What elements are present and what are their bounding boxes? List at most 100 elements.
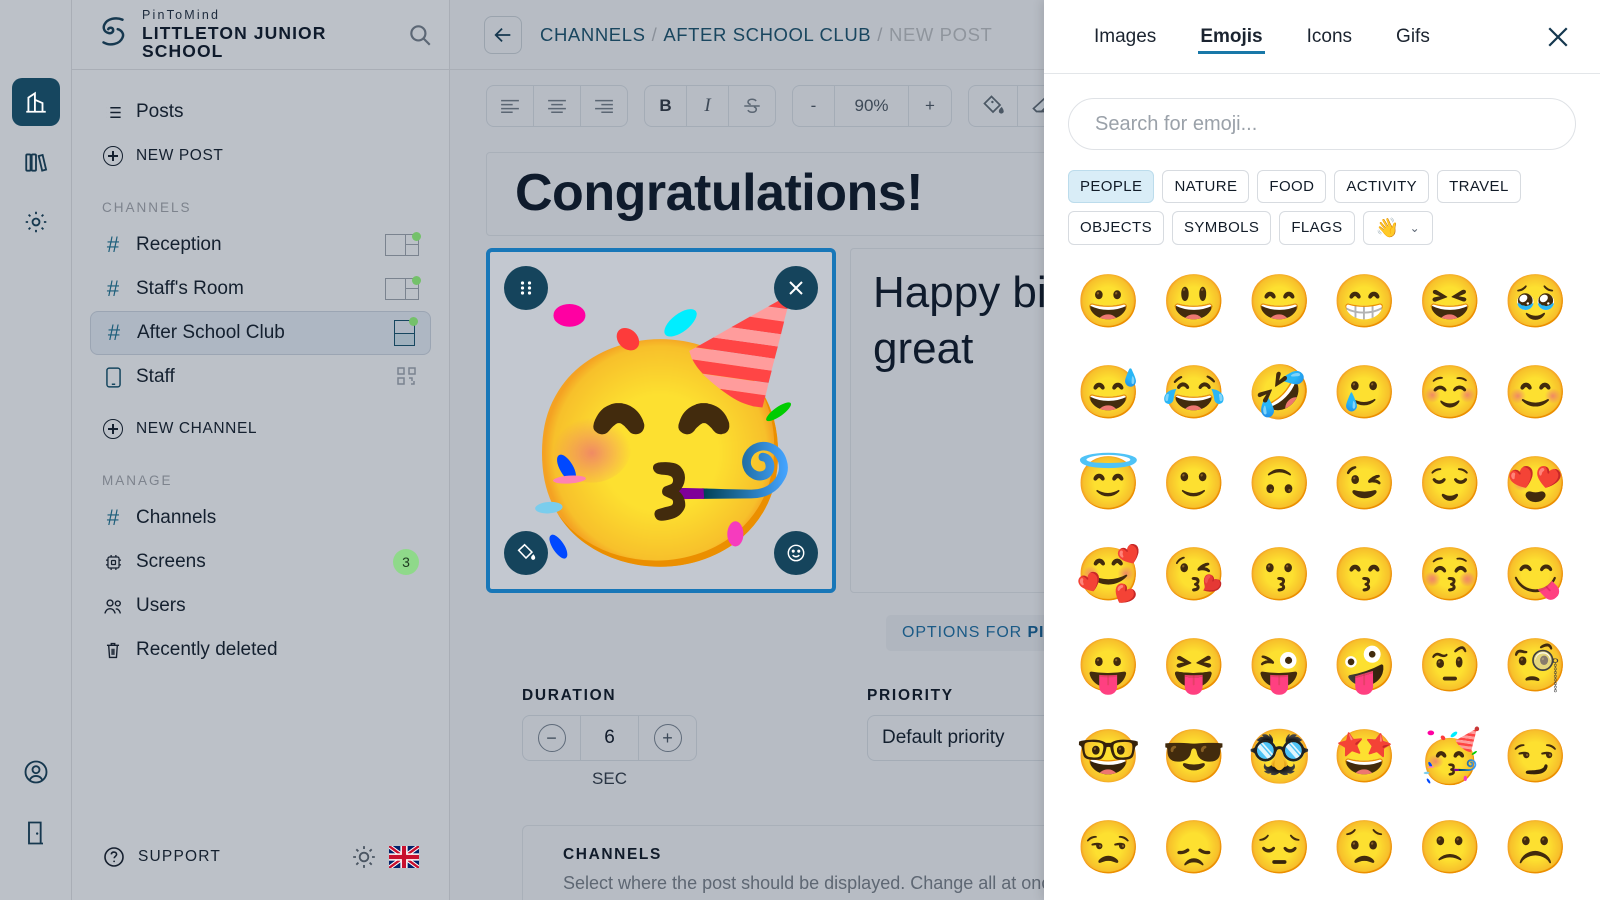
emoji-category-people[interactable]: PEOPLE [1068,170,1155,203]
emoji-cell[interactable]: 😂 [1151,350,1236,435]
duration-value[interactable]: 6 [581,716,639,760]
emoji-category-symbols[interactable]: SYMBOLS [1171,211,1272,245]
uk-flag-icon[interactable] [389,846,419,868]
emoji-cell[interactable]: 😀 [1066,259,1151,344]
sidebar-item-users[interactable]: Users [90,584,431,628]
organisation-icon[interactable] [11,78,60,126]
emoji-cell[interactable]: 😟 [1322,805,1407,890]
library-icon[interactable] [12,138,60,186]
emoji-cell[interactable]: 🙂 [1151,441,1236,526]
account-icon[interactable] [22,758,50,791]
emoji-category-objects[interactable]: OBJECTS [1068,211,1164,245]
align-center-icon[interactable] [534,86,581,126]
emoji-cell[interactable]: 😍 [1493,441,1578,526]
drag-handle-icon[interactable] [504,266,548,310]
fill-colour-icon[interactable] [504,531,548,575]
options-pill-prefix: OPTIONS FOR [902,624,1028,641]
emoji-cell[interactable]: 😊 [1493,350,1578,435]
emoji-cell[interactable]: 😞 [1151,805,1236,890]
tab-gifs[interactable]: Gifs [1374,0,1452,74]
close-icon[interactable] [1544,23,1572,51]
emoji-cell[interactable]: 😄 [1237,259,1322,344]
emoji-search-input[interactable]: Search for emoji... [1068,98,1576,150]
sidebar-item-posts[interactable]: Posts [90,90,431,134]
sidebar-item-recently-deleted[interactable]: Recently deleted [90,628,431,672]
emoji-cell[interactable]: 😅 [1066,350,1151,435]
tab-icons[interactable]: Icons [1285,0,1374,74]
emoji-cell[interactable]: 😁 [1322,259,1407,344]
emoji-category-nature[interactable]: NATURE [1162,170,1250,203]
emoji-cell[interactable]: 😔 [1237,805,1322,890]
change-emoji-icon[interactable] [774,531,818,575]
emoji-cell[interactable]: 😌 [1407,441,1492,526]
support-label[interactable]: SUPPORT [138,848,221,866]
emoji-cell[interactable]: 🥸 [1237,714,1322,799]
duration-decrement-button[interactable]: − [523,716,581,760]
emoji-cell[interactable]: 🥲 [1322,350,1407,435]
align-left-icon[interactable] [487,86,534,126]
sidebar-item-reception[interactable]: # Reception [90,223,431,267]
emoji-cell[interactable]: ☺️ [1407,350,1492,435]
emoji-cell[interactable]: 😙 [1322,532,1407,617]
emoji-cell[interactable]: 🤪 [1322,623,1407,708]
emoji-cell[interactable]: 😛 [1066,623,1151,708]
emoji-cell[interactable]: 😏 [1493,714,1578,799]
sidebar-item-new-post[interactable]: NEW POST [90,134,431,178]
emoji-cell[interactable]: 🙁 [1407,805,1492,890]
strikethrough-button[interactable] [729,86,775,126]
sidebar-item-staffs-room[interactable]: # Staff's Room [90,267,431,311]
sidebar-item-staff[interactable]: Staff [90,355,431,399]
emoji-cell[interactable]: 😆 [1407,259,1492,344]
breadcrumb-item-channels[interactable]: CHANNELS [540,24,646,45]
emoji-grid: 😀 😃 😄 😁 😆 🥹 😅 😂 🤣 🥲 ☺️ 😊 😇 🙂 🙃 😉 😌 😍 🥰 😘 😗 😙 😚 😋 😛 😝 😜 🤪 🤨 🧐 🤓 😎 🥸 🤩 🥳 😏 😒 😞 😔… [1044,245,1600,890]
emoji-cell[interactable]: 🥰 [1066,532,1151,617]
search-icon[interactable] [407,22,433,48]
emoji-cell[interactable]: 😗 [1237,532,1322,617]
emoji-category-travel[interactable]: TRAVEL [1437,170,1521,203]
zoom-out-button[interactable]: - [793,86,835,126]
paint-bucket-icon[interactable] [969,86,1018,126]
sidebar-item-new-channel[interactable]: NEW CHANNEL [90,407,431,451]
logout-icon[interactable] [22,819,50,852]
breadcrumb-item-after-school-club[interactable]: AFTER SCHOOL CLUB [663,24,871,45]
zoom-in-button[interactable]: + [909,86,951,126]
back-arrow-icon[interactable] [484,15,522,54]
emoji-cell[interactable]: 😉 [1322,441,1407,526]
sidebar-item-after-school-club[interactable]: # After School Club [90,311,431,355]
emoji-cell[interactable]: 😒 [1066,805,1151,890]
help-circle-icon[interactable] [102,845,126,869]
emoji-category-activity[interactable]: ACTIVITY [1334,170,1430,203]
settings-icon[interactable] [12,198,60,246]
emoji-cell[interactable]: 🤨 [1407,623,1492,708]
tab-images[interactable]: Images [1072,0,1178,74]
emoji-cell[interactable]: 🧐 [1493,623,1578,708]
post-image-block[interactable]: 🥳 [486,248,836,593]
remove-image-icon[interactable] [774,266,818,310]
emoji-category-food[interactable]: FOOD [1257,170,1327,203]
sidebar-item-screens[interactable]: Screens 3 [90,540,431,584]
emoji-cell[interactable]: 🤣 [1237,350,1322,435]
align-right-icon[interactable] [581,86,627,126]
emoji-cell[interactable]: 🤩 [1322,714,1407,799]
duration-increment-button[interactable]: + [639,716,696,760]
bold-button[interactable]: B [645,86,687,126]
sun-icon[interactable] [351,844,377,870]
emoji-cell[interactable]: 🥹 [1493,259,1578,344]
emoji-cell[interactable]: 🙃 [1237,441,1322,526]
emoji-category-flags[interactable]: FLAGS [1279,211,1355,245]
emoji-cell[interactable]: 😃 [1151,259,1236,344]
emoji-cell[interactable]: 🥳 [1407,714,1492,799]
emoji-cell[interactable]: 😚 [1407,532,1492,617]
emoji-cell[interactable]: ☹️ [1493,805,1578,890]
emoji-cell[interactable]: 😝 [1151,623,1236,708]
emoji-cell[interactable]: 😋 [1493,532,1578,617]
emoji-cell[interactable]: 😜 [1237,623,1322,708]
tab-emojis[interactable]: Emojis [1178,0,1284,74]
skin-tone-selector[interactable]: 👋 ⌄ [1362,211,1434,245]
emoji-cell[interactable]: 😇 [1066,441,1151,526]
emoji-cell[interactable]: 🤓 [1066,714,1151,799]
italic-button[interactable]: I [687,86,729,126]
emoji-cell[interactable]: 😘 [1151,532,1236,617]
emoji-cell[interactable]: 😎 [1151,714,1236,799]
sidebar-item-channels[interactable]: # Channels [90,496,431,540]
